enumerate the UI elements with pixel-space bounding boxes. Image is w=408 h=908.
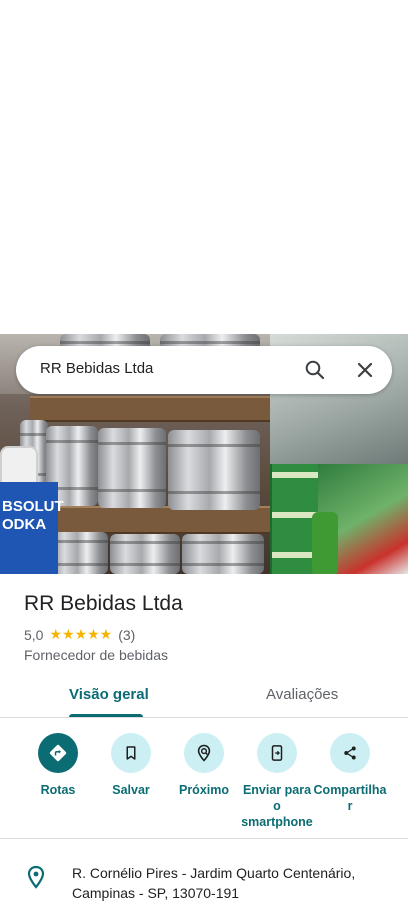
photo-keg bbox=[110, 534, 180, 574]
photo-keg bbox=[98, 428, 166, 508]
send-to-phone-button[interactable]: Enviar para o smartphone bbox=[239, 733, 315, 830]
nearby-button[interactable]: Próximo bbox=[166, 733, 242, 798]
search-icon[interactable] bbox=[303, 358, 327, 382]
photo-pallet bbox=[30, 396, 270, 422]
photo-pallet bbox=[55, 506, 270, 534]
bookmark-icon[interactable] bbox=[111, 733, 151, 773]
location-pin-icon bbox=[26, 865, 46, 889]
photo-keg bbox=[168, 430, 260, 510]
review-count[interactable]: (3) bbox=[118, 627, 135, 643]
tab-reviews[interactable]: Avaliações bbox=[266, 686, 338, 703]
directions-icon[interactable] bbox=[38, 733, 78, 773]
directions-button[interactable]: Rotas bbox=[20, 733, 96, 798]
star-rating-icon: ★★★★★ bbox=[49, 626, 113, 642]
nearby-label: Próximo bbox=[178, 783, 229, 797]
tab-overview[interactable]: Visão geral bbox=[69, 686, 149, 703]
place-title: RR Bebidas Ltda bbox=[24, 592, 183, 615]
directions-label: Rotas bbox=[40, 783, 76, 797]
search-bar[interactable]: RR Bebidas Ltda bbox=[16, 346, 392, 394]
send-to-phone-label: Enviar para o smartphone bbox=[241, 783, 313, 829]
save-label: Salvar bbox=[112, 783, 150, 797]
photo-bottle bbox=[312, 512, 338, 574]
address-text[interactable]: R. Cornélio Pires - Jardim Quarto Centen… bbox=[72, 863, 392, 903]
nearby-icon[interactable] bbox=[184, 733, 224, 773]
share-icon[interactable] bbox=[330, 733, 370, 773]
place-category[interactable]: Fornecedor de bebidas bbox=[24, 647, 168, 663]
close-icon[interactable] bbox=[353, 358, 377, 382]
map-area[interactable] bbox=[0, 0, 408, 334]
photo-keg bbox=[52, 532, 108, 574]
divider bbox=[0, 838, 408, 839]
divider bbox=[0, 717, 408, 718]
save-button[interactable]: Salvar bbox=[93, 733, 169, 798]
share-label: Compartilhar bbox=[313, 783, 387, 813]
search-query[interactable]: RR Bebidas Ltda bbox=[40, 360, 153, 377]
send-to-phone-icon[interactable] bbox=[257, 733, 297, 773]
rating-value: 5,0 bbox=[24, 626, 44, 643]
photo-keg bbox=[182, 534, 264, 574]
share-button[interactable]: Compartilhar bbox=[312, 733, 388, 814]
rating-row[interactable]: 5,0 ★★★★★ (3) bbox=[24, 626, 135, 643]
photo-box: BSOLUT ODKA bbox=[0, 482, 64, 574]
